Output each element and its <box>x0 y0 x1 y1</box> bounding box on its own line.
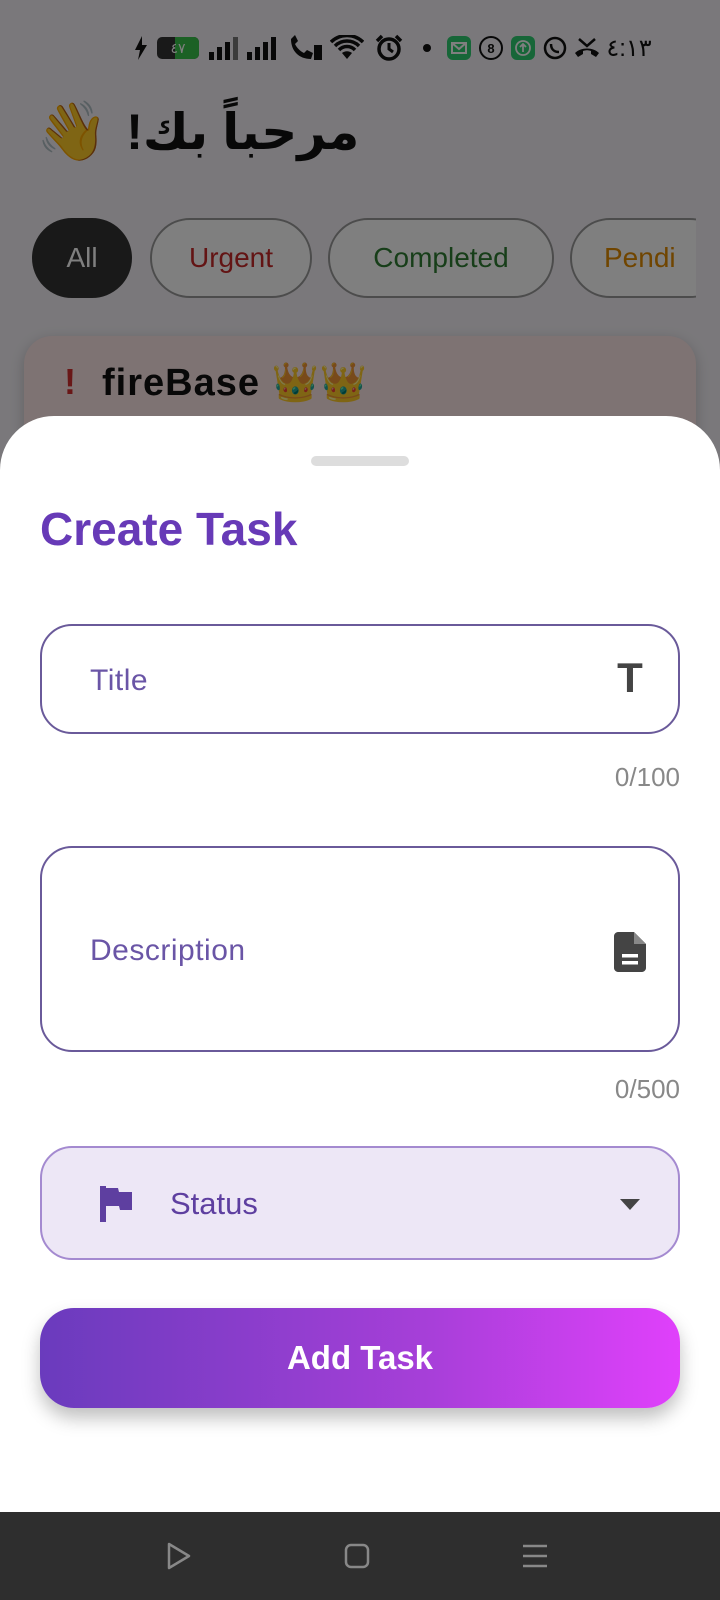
title-input[interactable]: Title T <box>40 624 680 734</box>
title-input-label: Title <box>90 664 149 697</box>
sheet-title: Create Task <box>40 503 298 555</box>
add-task-button[interactable]: Add Task <box>40 1308 680 1408</box>
description-input[interactable]: Description <box>40 846 680 1052</box>
flag-icon <box>100 1186 132 1227</box>
dropdown-arrow-icon <box>620 1198 640 1216</box>
navigation-bar <box>0 1512 720 1600</box>
menu-lines-icon[interactable] <box>518 1540 552 1572</box>
status-dropdown[interactable]: Status <box>40 1146 680 1260</box>
status-dropdown-label: Status <box>170 1186 258 1221</box>
drag-handle[interactable] <box>311 456 409 466</box>
title-char-counter: 0/100 <box>614 762 680 792</box>
document-icon <box>614 932 646 977</box>
description-input-label: Description <box>90 934 246 967</box>
back-triangle-icon[interactable] <box>162 1540 196 1572</box>
screen: ٤٧ 8 <box>0 0 720 1600</box>
text-icon: T <box>617 654 643 701</box>
home-square-icon[interactable] <box>340 1540 374 1572</box>
create-task-sheet: Create Task Title T 0/100 Description 0/… <box>0 416 720 1512</box>
description-char-counter: 0/500 <box>614 1074 680 1104</box>
